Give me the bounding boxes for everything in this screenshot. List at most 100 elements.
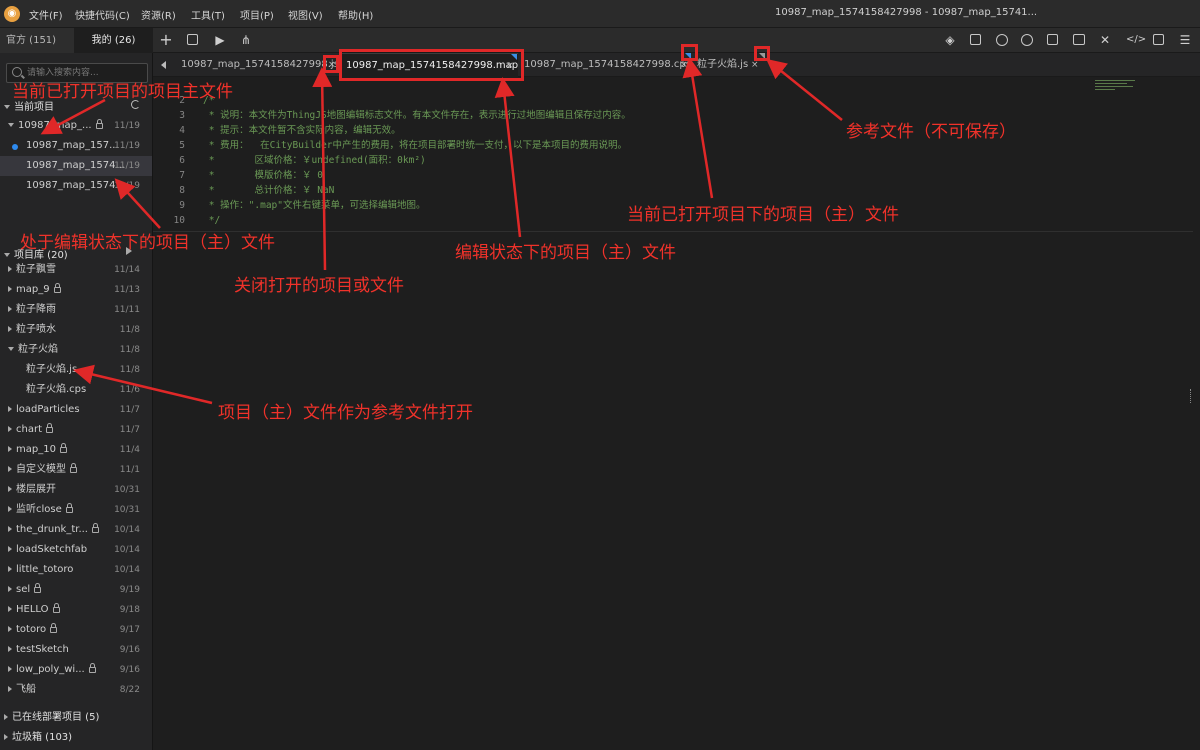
line-number: 4 bbox=[179, 125, 185, 136]
library-project[interactable]: 粒子火焰 11/8 bbox=[0, 340, 152, 360]
tab-label: 10987_map_1574158427998.js bbox=[181, 59, 339, 70]
item-name-wrap: 监听close bbox=[8, 500, 73, 520]
library-file[interactable]: 粒子火焰.cps 11/6 bbox=[0, 380, 152, 400]
chevron-right-icon bbox=[8, 486, 12, 492]
item-name-wrap: 飞船 bbox=[8, 680, 36, 700]
code-text: * 提示：本文件暂不含实际内容，编辑无效。 bbox=[203, 125, 401, 136]
library-project[interactable]: map_9 11/13 bbox=[0, 280, 152, 300]
share-icon[interactable]: ⋔ bbox=[239, 33, 253, 47]
chevron-right-icon bbox=[4, 734, 8, 740]
code-line: 9 * 操作：".map"文件右键菜单，可选择编辑地图。 bbox=[153, 198, 1093, 213]
minimap[interactable] bbox=[1093, 77, 1193, 97]
current-project-folder[interactable]: 10987_map_... 11/19 bbox=[0, 116, 152, 136]
item-name-wrap: chart bbox=[8, 420, 53, 440]
line-number: 7 bbox=[179, 170, 185, 181]
menu-view[interactable]: 视图(V) bbox=[288, 7, 323, 22]
menu-snippets[interactable]: 快捷代码(C) bbox=[75, 7, 130, 22]
library-project[interactable]: chart 11/7 bbox=[0, 420, 152, 440]
menu-icon[interactable]: ☰ bbox=[1178, 33, 1192, 47]
clock-icon[interactable] bbox=[1021, 34, 1033, 46]
lock-icon bbox=[70, 463, 77, 473]
item-name: 粒子喷水 bbox=[16, 324, 56, 335]
item-date: 10/31 bbox=[114, 485, 140, 495]
item-name: 粒子飘雪 bbox=[16, 264, 56, 275]
window-title: 10987_map_1574158427998 - 10987_map_1574… bbox=[775, 7, 1038, 18]
item-name-wrap: 粒子降雨 bbox=[8, 300, 56, 320]
library-project[interactable]: 飞船 8/22 bbox=[0, 680, 152, 700]
chevron-right-icon bbox=[8, 506, 12, 512]
item-date: 11/11 bbox=[114, 305, 140, 315]
tab-mine[interactable]: 我的 (26) bbox=[74, 28, 153, 53]
item-name: loadSketchfab bbox=[16, 544, 88, 555]
add-icon[interactable]: + bbox=[159, 32, 173, 48]
menu-project[interactable]: 项目(P) bbox=[240, 7, 274, 22]
item-name: 自定义模型 bbox=[16, 464, 66, 475]
library-project[interactable]: testSketch 9/16 bbox=[0, 640, 152, 660]
annotation-editing-tab: 编辑状态下的项目（主）文件 bbox=[455, 243, 676, 263]
library-file[interactable]: 粒子火焰.js 11/8 bbox=[0, 360, 152, 380]
library-project[interactable]: little_totoro 10/14 bbox=[0, 560, 152, 580]
layout-icon[interactable] bbox=[1047, 34, 1058, 45]
code-line: 6 * 区域价格：￥undefined(面积：0km²) bbox=[153, 153, 1093, 168]
code-text: * 区域价格：￥undefined(面积：0km²) bbox=[203, 155, 426, 166]
image-icon[interactable] bbox=[1073, 34, 1085, 45]
code-icon[interactable]: </> bbox=[1126, 33, 1146, 47]
panel-resize-handle[interactable] bbox=[1190, 389, 1193, 403]
library-project[interactable]: loadParticles 11/7 bbox=[0, 400, 152, 420]
tab-official[interactable]: 官方 (151) bbox=[0, 28, 74, 53]
current-file-main[interactable]: 10987_map_157... 11/19 bbox=[0, 136, 152, 156]
lock-icon bbox=[65, 503, 73, 513]
file-tab-cps[interactable]: 10987_map_1574158427998.cps × bbox=[520, 53, 691, 77]
chevron-down-icon bbox=[4, 253, 10, 257]
item-name: 飞船 bbox=[16, 684, 36, 695]
lock-icon bbox=[34, 583, 42, 593]
library-project[interactable]: the_drunk_tr... 10/14 bbox=[0, 520, 152, 540]
library-project[interactable]: totoro 9/17 bbox=[0, 620, 152, 640]
tools-icon[interactable]: ✕ bbox=[1098, 33, 1112, 47]
item-date: 11/7 bbox=[119, 405, 140, 415]
menu-tools[interactable]: 工具(T) bbox=[191, 7, 225, 22]
library-project[interactable]: 监听close 10/31 bbox=[0, 500, 152, 520]
library-project[interactable]: loadSketchfab 10/14 bbox=[0, 540, 152, 560]
chevron-right-icon bbox=[8, 526, 12, 532]
line-number: 10 bbox=[173, 215, 185, 226]
globe-icon[interactable] bbox=[996, 34, 1008, 46]
trash-header[interactable]: 垃圾箱 (103) bbox=[4, 728, 72, 743]
library-project[interactable]: 粒子飘雪 11/14 bbox=[0, 260, 152, 280]
current-file[interactable]: 10987_map_1574... 11/19 bbox=[0, 176, 152, 196]
library-project[interactable]: map_10 11/4 bbox=[0, 440, 152, 460]
item-name: 粒子火焰 bbox=[18, 344, 58, 355]
notes-icon[interactable] bbox=[1153, 34, 1164, 45]
scroll-left-icon[interactable] bbox=[161, 61, 166, 69]
menu-help[interactable]: 帮助(H) bbox=[338, 7, 373, 22]
lock-icon bbox=[53, 283, 61, 293]
item-date: 11/4 bbox=[119, 445, 140, 455]
current-line-highlight bbox=[153, 231, 1193, 232]
item-date: 9/16 bbox=[119, 665, 140, 675]
file-tab-js[interactable]: 10987_map_1574158427998.js × bbox=[175, 53, 339, 77]
menu-resources[interactable]: 资源(R) bbox=[141, 7, 176, 22]
library-project[interactable]: sel 9/19 bbox=[0, 580, 152, 600]
sidebar: 官方 (151) 我的 (26) 当前项目 10987_map_... 11/1… bbox=[0, 28, 153, 750]
cube-icon[interactable]: ◈ bbox=[943, 33, 957, 47]
chevron-right-icon bbox=[8, 286, 12, 292]
book-icon[interactable] bbox=[970, 34, 981, 45]
library-project[interactable]: HELLO 9/18 bbox=[0, 600, 152, 620]
item-date: 11/14 bbox=[114, 265, 140, 275]
deployed-header[interactable]: 已在线部署项目 (5) bbox=[4, 708, 99, 723]
code-text: * 说明：本文件为ThingJS地图编辑标志文件。有本文件存在，表示进行过地图编… bbox=[203, 110, 631, 121]
code-text: * 操作：".map"文件右键菜单，可选择编辑地图。 bbox=[203, 200, 426, 211]
app-logo-icon[interactable]: ◉ bbox=[4, 6, 20, 22]
current-file-editing[interactable]: 10987_map_1574... 11/19 bbox=[0, 156, 152, 176]
library-project[interactable]: 楼层展开 10/31 bbox=[0, 480, 152, 500]
save-icon[interactable] bbox=[187, 34, 198, 45]
menu-file[interactable]: 文件(F) bbox=[29, 7, 63, 22]
library-project[interactable]: 粒子降雨 11/11 bbox=[0, 300, 152, 320]
library-project[interactable]: 粒子喷水 11/8 bbox=[0, 320, 152, 340]
item-name-wrap: the_drunk_tr... bbox=[8, 520, 99, 540]
item-name-wrap: low_poly_wi... bbox=[8, 660, 96, 680]
play-icon[interactable]: ▶ bbox=[213, 33, 227, 47]
library-project[interactable]: 自定义模型 11/1 bbox=[0, 460, 152, 480]
item-name-wrap: 楼层展开 bbox=[8, 480, 56, 500]
library-project[interactable]: low_poly_wi... 9/16 bbox=[0, 660, 152, 680]
